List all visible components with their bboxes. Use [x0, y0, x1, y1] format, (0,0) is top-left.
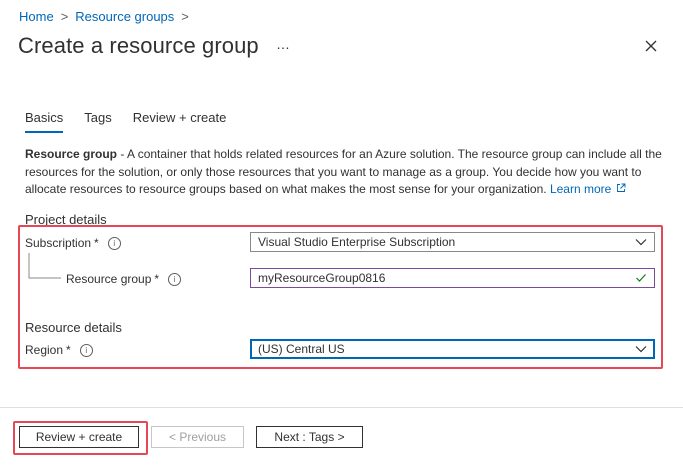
- info-icon[interactable]: i: [168, 272, 182, 286]
- more-options-button[interactable]: …: [276, 36, 291, 52]
- close-button[interactable]: [641, 36, 661, 56]
- review-create-button[interactable]: Review + create: [19, 426, 139, 448]
- subscription-select[interactable]: Visual Studio Enterprise Subscription: [250, 232, 655, 252]
- description-bold-term: Resource group: [25, 147, 118, 161]
- tab-tags[interactable]: Tags: [84, 110, 111, 131]
- breadcrumb: Home > Resource groups >: [19, 9, 196, 24]
- info-icon[interactable]: i: [79, 343, 93, 357]
- tree-connector-line: [28, 253, 61, 279]
- chevron-down-icon: [635, 239, 647, 246]
- subscription-label: Subscription * i: [25, 236, 121, 250]
- info-icon[interactable]: i: [107, 236, 121, 250]
- region-label: Region * i: [25, 343, 93, 357]
- resource-details-heading: Resource details: [25, 320, 122, 335]
- breadcrumb-resource-groups-link[interactable]: Resource groups: [75, 9, 174, 24]
- close-icon: [645, 40, 657, 52]
- tab-review-create[interactable]: Review + create: [133, 110, 227, 131]
- tab-basics[interactable]: Basics: [25, 110, 64, 133]
- subscription-label-text: Subscription: [25, 236, 92, 250]
- breadcrumb-separator: >: [60, 9, 69, 24]
- required-marker: *: [154, 272, 160, 286]
- breadcrumb-separator: >: [181, 9, 189, 24]
- resource-group-input[interactable]: myResourceGroup0816: [250, 268, 655, 288]
- breadcrumb-home-link[interactable]: Home: [19, 9, 54, 24]
- resource-group-description: Resource group - A container that holds …: [25, 146, 665, 199]
- checkmark-icon: [636, 274, 646, 282]
- region-select-value: (US) Central US: [258, 342, 345, 356]
- region-label-text: Region: [25, 343, 64, 357]
- subscription-select-value: Visual Studio Enterprise Subscription: [258, 235, 456, 249]
- external-link-icon: [616, 183, 626, 192]
- footer-divider: [0, 407, 683, 408]
- tab-bar: Basics Tags Review + create: [25, 110, 247, 133]
- resource-group-label: Resource group * i: [66, 272, 182, 286]
- required-marker: *: [66, 343, 71, 357]
- resource-group-input-value: myResourceGroup0816: [258, 271, 386, 285]
- resource-group-label-text: Resource group: [66, 272, 152, 286]
- previous-button[interactable]: < Previous: [151, 426, 244, 448]
- page-title: Create a resource group: [18, 33, 259, 58]
- required-marker: *: [94, 236, 99, 250]
- learn-more-link[interactable]: Learn more: [550, 182, 626, 196]
- next-tags-button[interactable]: Next : Tags >: [256, 426, 363, 448]
- learn-more-label: Learn more: [549, 182, 612, 196]
- region-select[interactable]: (US) Central US: [250, 339, 655, 359]
- chevron-down-icon: [635, 346, 647, 353]
